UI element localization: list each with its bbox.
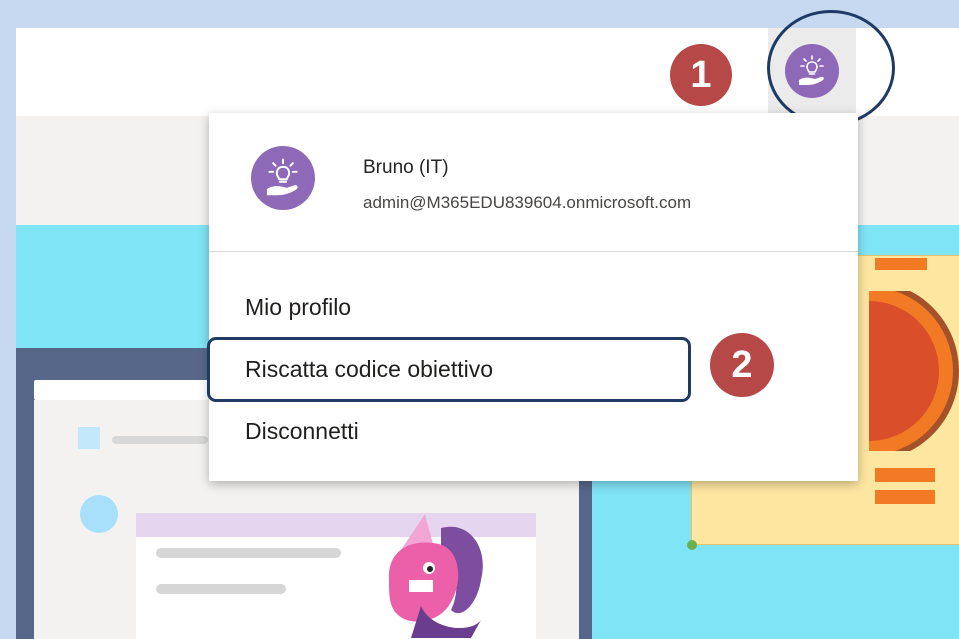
selection-handle <box>687 540 697 550</box>
account-email: admin@M365EDU839604.onmicrosoft.com <box>363 193 692 212</box>
unicorn-mascot-icon <box>388 514 483 638</box>
menu-item-sign-out[interactable]: Disconnetti <box>245 418 359 445</box>
step-2-badge: 2 <box>710 333 774 397</box>
avatar-highlight-outline <box>767 10 895 126</box>
redeem-highlight-outline <box>207 337 691 402</box>
illustration-line <box>156 584 286 594</box>
target-icon <box>869 291 959 451</box>
illustration-stripe <box>875 258 927 270</box>
account-dropdown-menu: Bruno (IT) admin@M365EDU839604.onmicroso… <box>209 113 858 481</box>
lightbulb-hand-icon <box>251 146 315 210</box>
illustration-circle <box>80 495 118 533</box>
menu-divider <box>209 251 858 252</box>
illustration-square <box>78 427 100 449</box>
illustration-stripe <box>875 490 935 504</box>
step-1-badge: 1 <box>670 44 732 106</box>
illustration-line <box>156 548 341 558</box>
menu-item-my-profile[interactable]: Mio profilo <box>245 294 351 321</box>
illustration-stripe <box>875 468 935 482</box>
account-name: Bruno (IT) <box>363 157 449 178</box>
illustration-line <box>112 436 208 444</box>
